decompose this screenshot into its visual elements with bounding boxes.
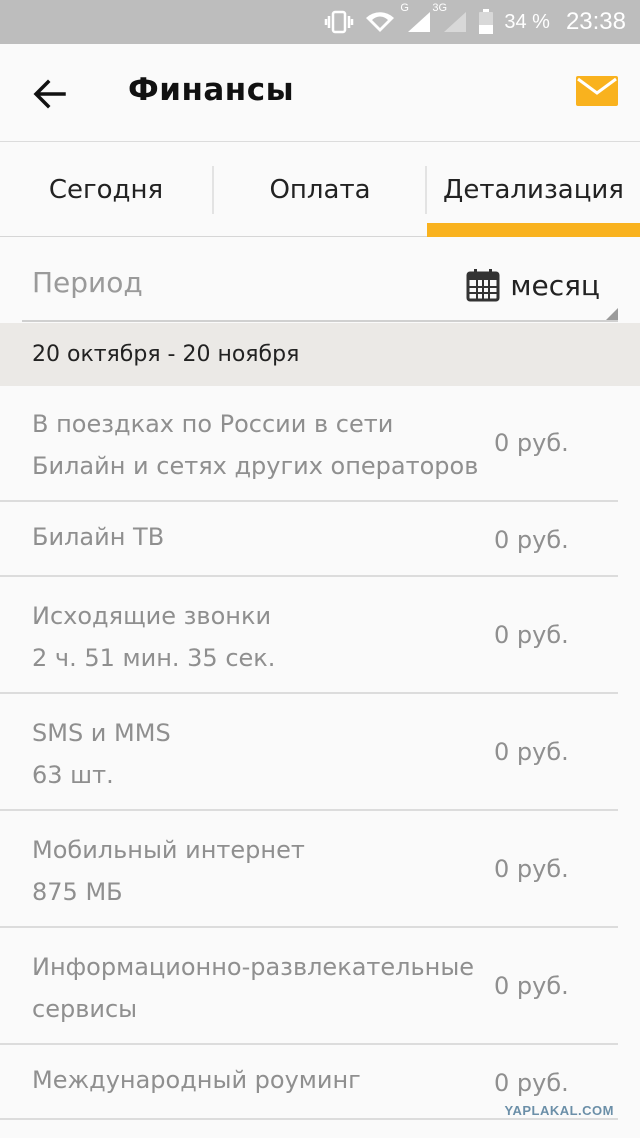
item-amount: 0 руб. bbox=[494, 1069, 569, 1097]
list-item[interactable]: SMS и MMS 63 шт. 0 руб. bbox=[0, 694, 618, 811]
network-type-label: G bbox=[400, 2, 409, 14]
envelope-icon bbox=[576, 76, 618, 106]
item-amount: 0 руб. bbox=[494, 621, 569, 649]
item-subtitle: 63 шт. bbox=[32, 761, 114, 789]
list-item[interactable]: Билайн ТВ 0 руб. bbox=[0, 502, 618, 577]
list-item[interactable]: Мобильный интернет 875 МБ 0 руб. bbox=[0, 811, 618, 928]
period-label: Период bbox=[32, 266, 143, 299]
wifi-icon bbox=[364, 10, 396, 34]
battery-icon bbox=[478, 9, 494, 35]
item-amount: 0 руб. bbox=[494, 855, 569, 883]
item-subtitle: 875 МБ bbox=[32, 878, 123, 906]
tab-today[interactable]: Сегодня bbox=[0, 142, 212, 237]
item-amount: 0 руб. bbox=[494, 972, 569, 1000]
watermark: YAPLAKAL.COM bbox=[504, 1103, 614, 1118]
item-title-line: В поездках по России в сети bbox=[32, 410, 394, 438]
item-title: Билайн ТВ bbox=[32, 523, 165, 551]
item-title: Мобильный интернет 875 МБ bbox=[32, 829, 305, 913]
item-title-line: SMS и MMS bbox=[32, 719, 171, 747]
period-value-text: месяц bbox=[510, 268, 600, 302]
tab-payment[interactable]: Оплата bbox=[214, 142, 426, 237]
item-title-line: Информационно-развлекательные bbox=[32, 953, 475, 981]
page-title: Финансы bbox=[128, 72, 295, 108]
vibrate-icon bbox=[324, 10, 354, 34]
calendar-icon bbox=[466, 269, 500, 302]
item-title: SMS и MMS 63 шт. bbox=[32, 712, 171, 796]
network-3g-label: 3G bbox=[432, 2, 448, 14]
date-range-header: 20 октября - 20 ноября bbox=[0, 323, 640, 386]
item-title: В поездках по России в сети Билайн и сет… bbox=[32, 403, 478, 487]
back-button[interactable] bbox=[30, 74, 70, 114]
status-bar: G 3G 34 % 23:38 bbox=[0, 0, 640, 44]
period-selector[interactable]: Период месяц bbox=[22, 238, 618, 322]
signal-icon: G bbox=[400, 2, 432, 34]
item-title: Информационно-развлекательные сервисы bbox=[32, 946, 474, 1030]
item-amount: 0 руб. bbox=[494, 738, 569, 766]
battery-level: 34 % bbox=[504, 10, 550, 33]
item-title-line: Билайн и сетях других операторов bbox=[32, 452, 479, 480]
period-value: месяц bbox=[466, 268, 600, 302]
item-title: Исходящие звонки 2 ч. 51 мин. 35 сек. bbox=[32, 595, 275, 679]
item-title-line: Мобильный интернет bbox=[32, 836, 305, 864]
item-amount: 0 руб. bbox=[494, 526, 569, 554]
item-subtitle: 2 ч. 51 мин. 35 сек. bbox=[32, 644, 276, 672]
app-bar: Финансы bbox=[0, 44, 640, 142]
list-item[interactable]: В поездках по России в сети Билайн и сет… bbox=[0, 386, 618, 502]
item-title-line: Исходящие звонки bbox=[32, 602, 272, 630]
item-amount: 0 руб. bbox=[494, 429, 569, 457]
item-title: Международный роуминг bbox=[32, 1066, 361, 1094]
list-item[interactable]: Исходящие звонки 2 ч. 51 мин. 35 сек. 0 … bbox=[0, 577, 618, 694]
mail-button[interactable] bbox=[576, 76, 618, 106]
tab-bar: Сегодня Оплата Детализация bbox=[0, 142, 640, 237]
clock: 23:38 bbox=[565, 8, 626, 35]
item-title-line: сервисы bbox=[32, 995, 138, 1023]
dropdown-indicator-icon bbox=[606, 308, 618, 320]
active-tab-indicator bbox=[427, 223, 640, 237]
list-item[interactable]: Информационно-развлекательные сервисы 0 … bbox=[0, 928, 618, 1045]
signal-3g-icon: 3G bbox=[432, 2, 468, 34]
arrow-left-icon bbox=[33, 79, 66, 109]
